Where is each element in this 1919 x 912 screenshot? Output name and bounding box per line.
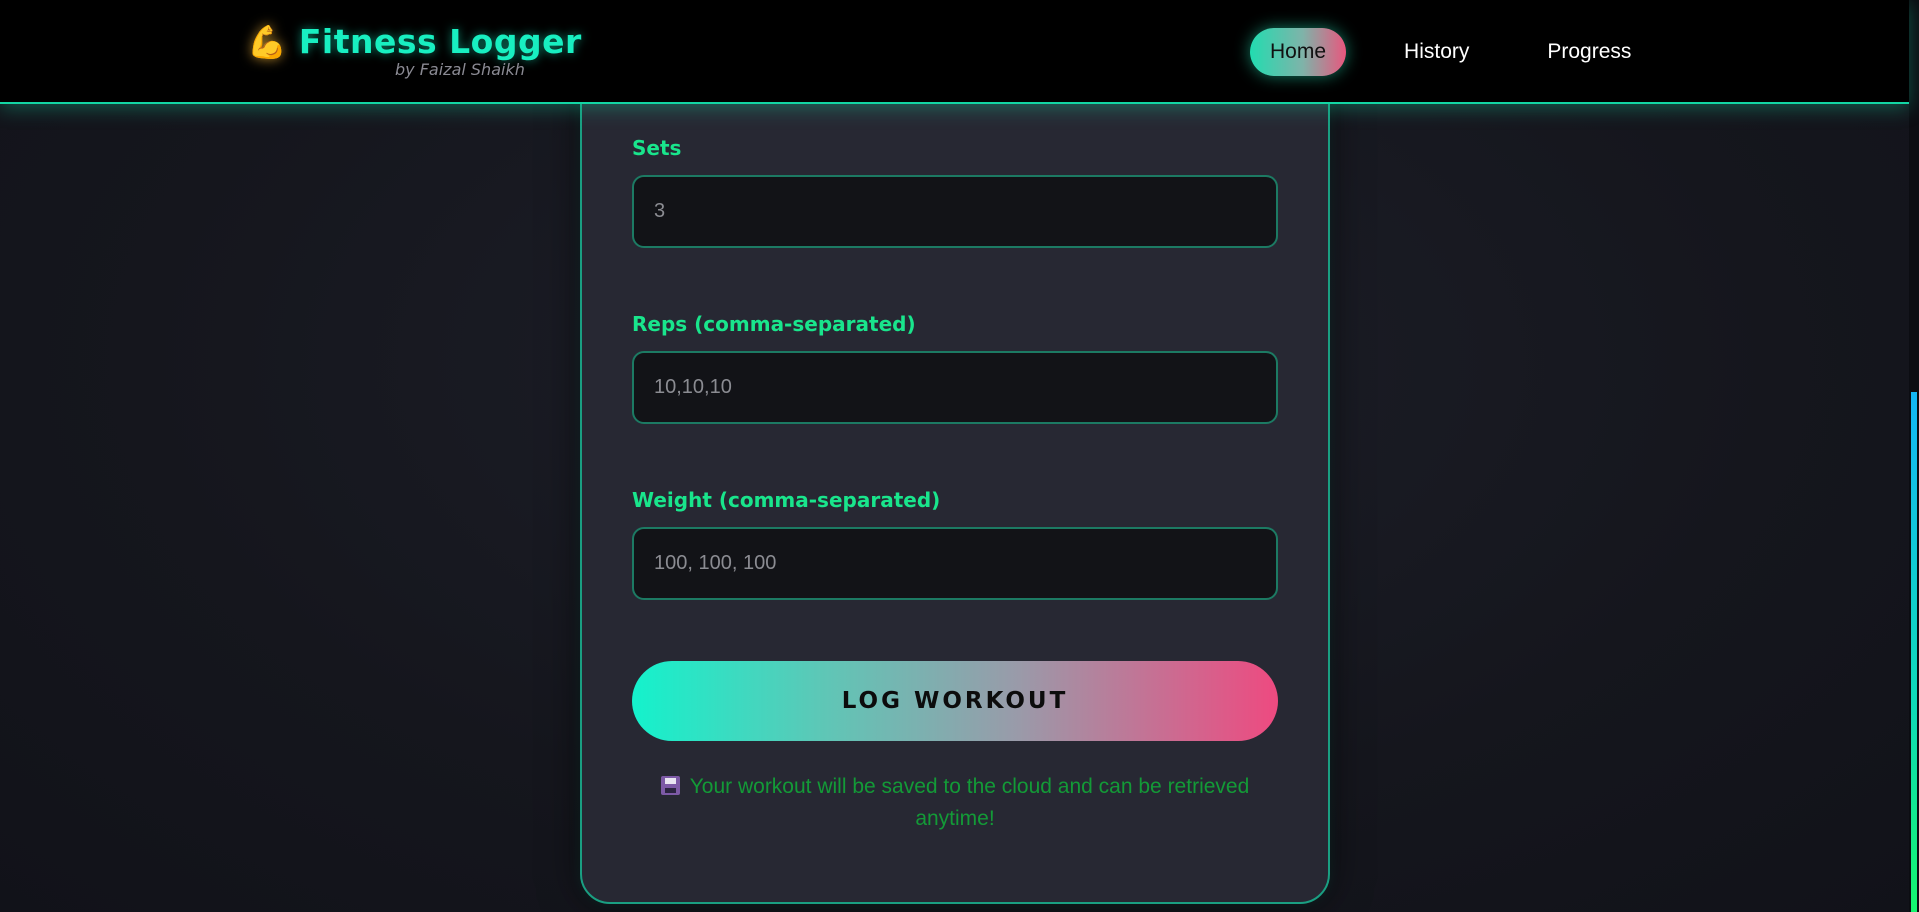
reps-label: Reps (comma-separated): [632, 312, 916, 336]
cloud-save-note-text: Your workout will be saved to the cloud …: [689, 775, 1250, 830]
top-navbar: 💪 Fitness Logger by Faizal Shaikh Home H…: [0, 0, 1909, 104]
sets-label: Sets: [632, 136, 682, 160]
flexed-biceps-icon: 💪: [247, 22, 287, 61]
brand[interactable]: 💪 Fitness Logger by Faizal Shaikh: [247, 22, 582, 79]
scrollbar-thumb[interactable]: [1911, 392, 1917, 912]
nav-home[interactable]: Home: [1250, 28, 1347, 76]
main-nav: Home History Progress: [1250, 28, 1651, 76]
nav-history[interactable]: History: [1384, 28, 1489, 76]
reps-input[interactable]: [632, 351, 1278, 424]
log-workout-button[interactable]: LOG WORKOUT: [632, 661, 1278, 741]
app-subtitle: by Faizal Shaikh: [395, 60, 525, 79]
page-scrollbar[interactable]: [1909, 0, 1919, 912]
nav-progress[interactable]: Progress: [1527, 28, 1651, 76]
cloud-save-note: Your workout will be saved to the cloud …: [632, 771, 1278, 835]
app-title: Fitness Logger: [298, 22, 582, 61]
workout-form-card: Sets Reps (comma-separated) Weight (comm…: [580, 60, 1330, 904]
floppy-disk-icon: [660, 776, 680, 795]
weight-label: Weight (comma-separated): [632, 488, 941, 512]
weight-input[interactable]: [632, 527, 1278, 600]
sets-input[interactable]: [632, 175, 1278, 248]
